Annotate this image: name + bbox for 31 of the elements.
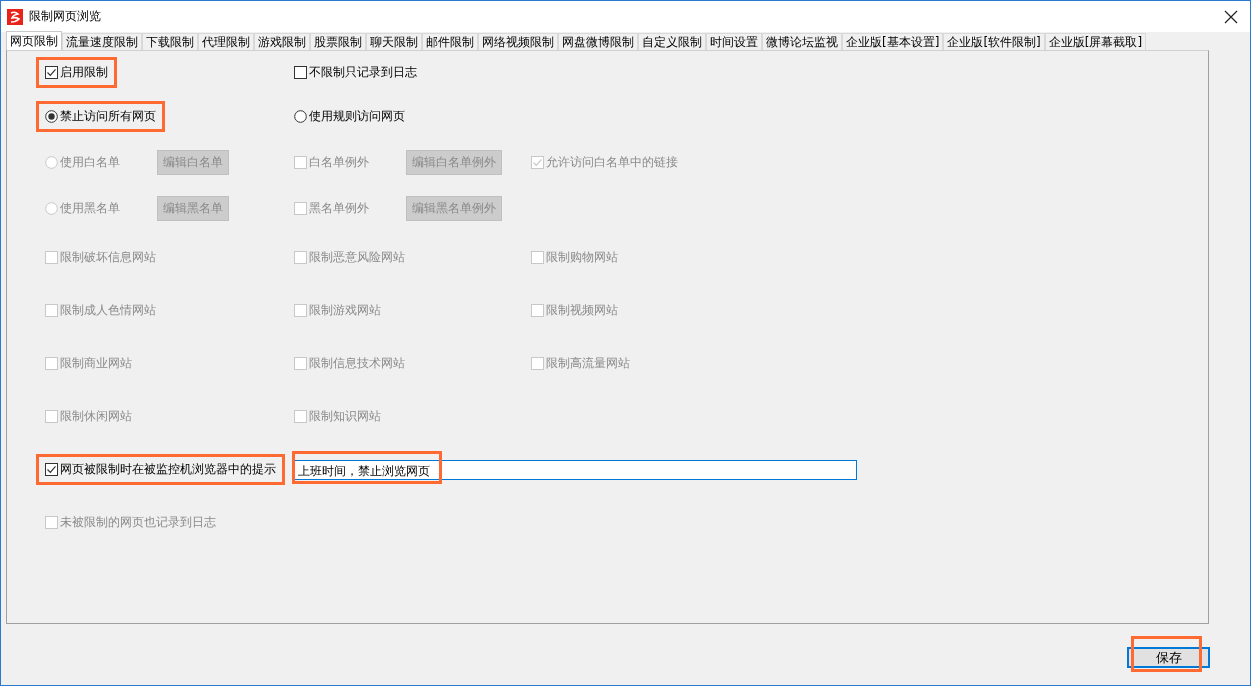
app-logo-icon <box>7 8 23 25</box>
checkbox[interactable]: 不限制只记录到日志 <box>285 56 426 88</box>
tab[interactable]: 游戏限制 <box>254 33 310 50</box>
checkbox-icon[interactable] <box>294 65 307 79</box>
tab[interactable]: 股票限制 <box>310 33 366 50</box>
input-field[interactable]: 上班时间，禁止浏览网页 <box>294 459 857 480</box>
tab[interactable]: 网页限制 <box>6 31 62 50</box>
radio-button[interactable]: 使用规则访问网页 <box>285 100 414 132</box>
tab[interactable]: 自定义限制 <box>638 33 706 50</box>
checkbox-icon[interactable] <box>45 463 58 476</box>
tab[interactable]: 网络视频限制 <box>478 33 558 50</box>
radio-icon[interactable] <box>294 109 307 123</box>
tab[interactable]: 代理限制 <box>198 33 254 50</box>
checkbox-icon[interactable] <box>45 65 58 79</box>
tab[interactable]: 流量速度限制 <box>62 33 142 50</box>
tab[interactable]: 企业版[基本设置] <box>842 33 944 50</box>
checkbox[interactable]: 启用限制 <box>36 56 117 88</box>
save-button[interactable]: 保存 <box>1127 647 1210 668</box>
tab[interactable]: 网盘微博限制 <box>558 33 638 50</box>
tab[interactable]: 邮件限制 <box>422 33 478 50</box>
checkbox[interactable]: 网页被限制时在被监控机浏览器中的提示 <box>36 454 285 485</box>
tab[interactable]: 微博论坛监视 <box>762 33 842 50</box>
close-icon[interactable] <box>1224 9 1238 24</box>
radio-icon[interactable] <box>45 109 58 123</box>
tab[interactable]: 聊天限制 <box>366 33 422 50</box>
tab[interactable]: 企业版[软件限制] <box>943 33 1045 50</box>
tab[interactable]: 企业版[屏幕截取] <box>1044 33 1147 50</box>
tab[interactable]: 时间设置 <box>706 33 762 50</box>
tab[interactable]: 下载限制 <box>142 33 198 50</box>
window-title: 限制网页浏览 <box>29 8 102 25</box>
radio-button[interactable]: 禁止访问所有网页 <box>36 100 165 132</box>
